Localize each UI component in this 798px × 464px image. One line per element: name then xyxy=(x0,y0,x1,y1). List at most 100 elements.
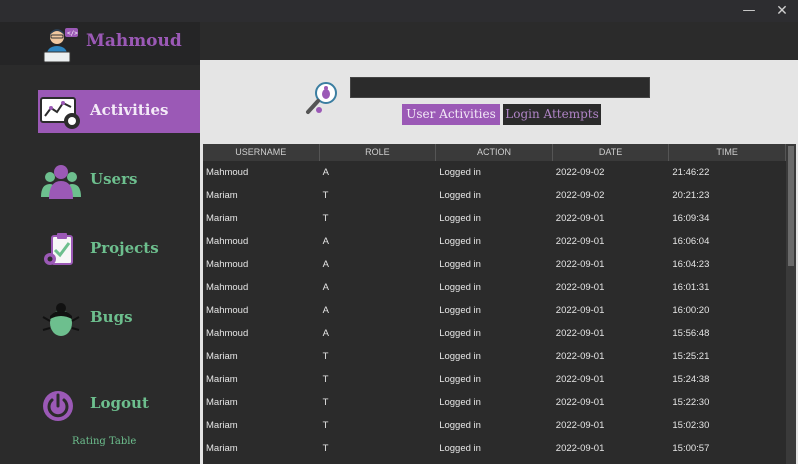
cell-date: 2022-09-01 xyxy=(555,443,605,454)
table-row[interactable]: Mariam T Logged in 2022-09-01 15:02:30 xyxy=(203,414,786,437)
table-row[interactable]: Mahmoud A Logged in 2022-09-01 15:56:48 xyxy=(203,322,786,345)
cell-username: Mariam xyxy=(206,351,238,362)
activities-icon xyxy=(40,97,80,129)
cell-username: Mahmoud xyxy=(206,328,249,339)
cell-role: A xyxy=(322,236,329,247)
table-row[interactable]: Mariam T Logged in 2022-09-01 16:09:34 xyxy=(203,207,786,230)
table-row[interactable]: Mahmoud A Logged in 2022-09-01 16:00:20 xyxy=(203,299,786,322)
sidebar-item-label: Users xyxy=(90,170,138,188)
cell-role: A xyxy=(322,305,329,316)
sidebar-item-label: Projects xyxy=(90,239,159,257)
table-scrollbar[interactable] xyxy=(786,144,796,464)
sidebar-item-label: Logout xyxy=(90,394,149,412)
title-bar: — ✕ xyxy=(0,0,798,22)
cell-action: Logged in xyxy=(439,443,481,454)
column-header-username[interactable]: USERNAME xyxy=(203,144,320,161)
table-row[interactable]: Mariam T Logged in 2022-09-01 15:25:21 xyxy=(203,345,786,368)
cell-time: 21:46:22 xyxy=(672,167,710,178)
cell-date: 2022-09-02 xyxy=(555,167,605,178)
cell-time: 16:04:23 xyxy=(672,259,710,270)
cell-time: 16:01:31 xyxy=(672,282,710,293)
cell-action: Logged in xyxy=(439,351,481,362)
cell-action: Logged in xyxy=(439,305,481,316)
cell-time: 16:09:34 xyxy=(672,213,710,224)
cell-role: A xyxy=(322,167,329,178)
table-row[interactable]: Mahmoud A Logged in 2022-09-01 16:04:23 xyxy=(203,253,786,276)
rating-table-link[interactable]: Rating Table xyxy=(72,436,136,447)
top-bar xyxy=(200,22,798,60)
svg-text:</>: </> xyxy=(67,30,78,37)
cell-action: Logged in xyxy=(439,374,481,385)
cell-action: Logged in xyxy=(439,420,481,431)
user-name: Mahmoud xyxy=(86,31,182,51)
activities-table[interactable]: USERNAME ROLE ACTION DATE TIME Mahmoud A L… xyxy=(203,144,796,464)
table-row[interactable]: Mahmoud A Logged in 2022-09-01 16:01:31 xyxy=(203,276,786,299)
cell-action: Logged in xyxy=(439,397,481,408)
cell-time: 16:06:04 xyxy=(672,236,710,247)
cell-time: 15:02:30 xyxy=(672,420,710,431)
cell-action: Logged in xyxy=(439,167,481,178)
cell-time: 15:22:30 xyxy=(672,397,710,408)
users-icon xyxy=(41,165,81,199)
search-input[interactable] xyxy=(350,77,650,98)
tab-user-activities[interactable]: User Activities xyxy=(402,104,500,125)
user-header: </> Mahmoud xyxy=(0,22,200,65)
table-header: USERNAME ROLE ACTION DATE TIME xyxy=(203,144,786,161)
cell-time: 15:24:38 xyxy=(672,374,710,385)
cell-time: 16:00:20 xyxy=(672,305,710,316)
table-row[interactable]: Mariam T Logged in 2022-09-01 15:00:57 xyxy=(203,437,786,460)
tab-login-attempts[interactable]: Login Attempts xyxy=(503,104,601,125)
cell-date: 2022-09-01 xyxy=(555,420,605,431)
cell-date: 2022-09-01 xyxy=(555,374,605,385)
cell-action: Logged in xyxy=(439,213,481,224)
logout-button[interactable]: Logout xyxy=(38,383,200,426)
table-row[interactable]: Mariam T Logged in 2022-09-01 15:22:30 xyxy=(203,391,786,414)
cell-date: 2022-09-01 xyxy=(555,236,605,247)
cell-time: 15:56:48 xyxy=(672,328,710,339)
cell-role: T xyxy=(322,213,329,224)
cell-username: Mariam xyxy=(206,397,238,408)
cell-action: Logged in xyxy=(439,328,481,339)
cell-action: Logged in xyxy=(439,190,481,201)
cell-role: A xyxy=(322,328,329,339)
cell-username: Mariam xyxy=(206,190,238,201)
column-header-action[interactable]: ACTION xyxy=(436,144,553,161)
cell-action: Logged in xyxy=(439,282,481,293)
column-header-role[interactable]: ROLE xyxy=(320,144,437,161)
cell-role: T xyxy=(322,374,329,385)
minimize-button[interactable]: — xyxy=(736,2,762,20)
table-row[interactable]: Mahmoud A Logged in 2022-09-02 21:46:22 xyxy=(203,161,786,184)
cell-role: T xyxy=(322,190,329,201)
cell-action: Logged in xyxy=(439,236,481,247)
sidebar-item-label: Activities xyxy=(90,101,169,119)
scrollbar-thumb[interactable] xyxy=(788,146,794,266)
column-header-time[interactable]: TIME xyxy=(669,144,786,161)
sidebar-item-users[interactable]: Users xyxy=(38,159,200,202)
sidebar-item-activities[interactable]: Activities xyxy=(38,90,200,133)
table-row[interactable]: Mariam T Logged in 2022-09-02 20:21:23 xyxy=(203,184,786,207)
cell-date: 2022-09-01 xyxy=(555,282,605,293)
developer-avatar-icon: </> xyxy=(43,28,78,63)
sidebar: </> Mahmoud Activities Users Projects Bu… xyxy=(0,22,200,464)
column-header-date[interactable]: DATE xyxy=(553,144,670,161)
cell-username: Mahmoud xyxy=(206,282,249,293)
sidebar-item-projects[interactable]: Projects xyxy=(38,228,200,271)
power-icon xyxy=(43,391,73,421)
cell-username: Mariam xyxy=(206,443,238,454)
sidebar-item-bugs[interactable]: Bugs xyxy=(38,297,200,340)
cell-role: T xyxy=(322,397,329,408)
table-row[interactable]: Mariam T Logged in 2022-09-01 15:24:38 xyxy=(203,368,786,391)
table-body: Mahmoud A Logged in 2022-09-02 21:46:22 Maria… xyxy=(203,161,786,460)
cell-time: 15:00:57 xyxy=(672,443,710,454)
cell-username: Mahmoud xyxy=(206,167,249,178)
bug-icon xyxy=(42,303,80,336)
close-button[interactable]: ✕ xyxy=(769,2,795,20)
cell-date: 2022-09-01 xyxy=(555,305,605,316)
cell-date: 2022-09-01 xyxy=(555,259,605,270)
cell-role: A xyxy=(322,259,329,270)
main-panel: User Activities Login Attempts USERNAME … xyxy=(200,60,798,464)
table-row[interactable]: Mahmoud A Logged in 2022-09-01 16:06:04 xyxy=(203,230,786,253)
cell-role: T xyxy=(322,443,329,454)
cell-username: Mariam xyxy=(206,213,238,224)
cell-action: Logged in xyxy=(439,259,481,270)
